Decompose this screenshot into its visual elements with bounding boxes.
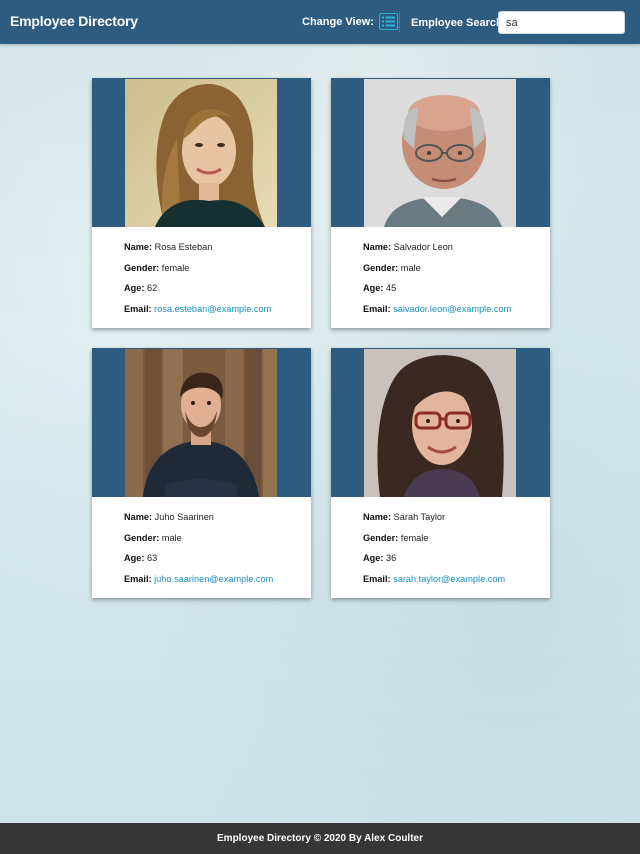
employee-age: 45 (385, 283, 397, 293)
employee-details: Name: Juho Saarinen Gender: male Age: 63… (124, 511, 304, 593)
employee-photo (125, 349, 277, 497)
employee-card: Name: Rosa Esteban Gender: female Age: 6… (92, 78, 311, 328)
employee-email-link[interactable]: juho.saarinen@example.com (154, 574, 273, 584)
name-label: Name: (124, 242, 153, 252)
age-label: Age: (363, 553, 384, 563)
employee-email-link[interactable]: salvador.leon@example.com (393, 304, 511, 314)
email-label: Email: (124, 303, 152, 314)
list-view-icon (381, 16, 395, 27)
employee-card: Name: Sarah Taylor Gender: female Age: 3… (331, 348, 550, 598)
footer: Employee Directory © 2020 By Alex Coulte… (0, 823, 640, 854)
top-navbar: Employee Directory Change View: Employee… (0, 0, 640, 44)
app-title: Employee Directory (10, 13, 138, 29)
employee-photo-frame (331, 348, 550, 497)
employee-search-label: Employee Search: (411, 17, 507, 29)
employee-age: 63 (146, 553, 158, 563)
header-divider (399, 12, 400, 32)
employee-card: Name: Salvador Leon Gender: male Age: 45… (331, 78, 550, 328)
employee-photo (125, 79, 277, 227)
employee-card: Name: Juho Saarinen Gender: male Age: 63… (92, 348, 311, 598)
employee-gender: male (161, 532, 182, 543)
employee-photo-frame (331, 78, 550, 227)
employee-search-input[interactable] (498, 11, 625, 34)
footer-copyright: Employee Directory © 2020 By Alex Coulte… (217, 833, 423, 844)
gender-label: Gender: (124, 532, 160, 543)
employee-photo (364, 79, 516, 227)
employee-name: Juho Saarinen (154, 512, 214, 522)
employee-age: 62 (146, 283, 158, 293)
name-label: Name: (363, 242, 392, 252)
gender-label: Gender: (363, 262, 399, 273)
email-label: Email: (124, 573, 152, 584)
employee-photo-frame (92, 348, 311, 497)
age-label: Age: (124, 283, 145, 293)
employee-name: Salvador Leon (393, 242, 453, 252)
employee-email-link[interactable]: rosa.esteban@example.com (154, 304, 271, 314)
employee-name: Sarah Taylor (393, 512, 446, 522)
age-label: Age: (363, 283, 384, 293)
change-view-control: Change View: (302, 13, 398, 30)
employee-age: 36 (385, 553, 397, 563)
gender-label: Gender: (124, 262, 160, 273)
employee-gender: female (161, 262, 190, 273)
employee-email-link[interactable]: sarah.taylor@example.com (393, 574, 505, 584)
employee-gender: female (400, 532, 429, 543)
email-label: Email: (363, 573, 391, 584)
employee-gender: male (400, 262, 421, 273)
email-label: Email: (363, 303, 391, 314)
employee-details: Name: Salvador Leon Gender: male Age: 45… (363, 241, 543, 323)
employee-details: Name: Rosa Esteban Gender: female Age: 6… (124, 241, 304, 323)
change-view-label: Change View: (302, 15, 374, 28)
name-label: Name: (124, 512, 153, 522)
age-label: Age: (124, 553, 145, 563)
gender-label: Gender: (363, 532, 399, 543)
employee-photo-frame (92, 78, 311, 227)
employee-details: Name: Sarah Taylor Gender: female Age: 3… (363, 511, 543, 593)
employee-name: Rosa Esteban (154, 242, 213, 252)
name-label: Name: (363, 512, 392, 522)
employee-photo (364, 349, 516, 497)
list-view-toggle-button[interactable] (378, 13, 398, 30)
